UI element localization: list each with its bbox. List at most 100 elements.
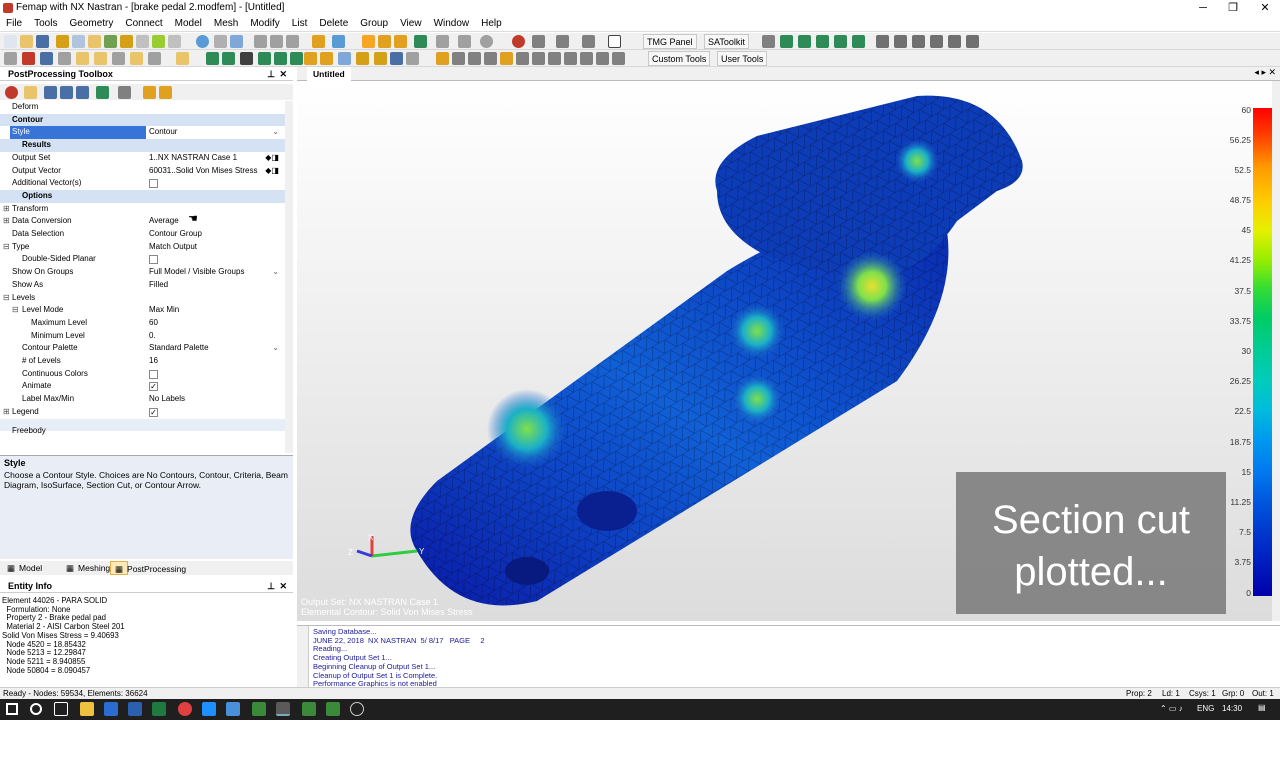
- menu-connect[interactable]: Connect: [119, 16, 168, 32]
- menu-modify[interactable]: Modify: [244, 16, 285, 32]
- collapse-icon[interactable]: ⊟: [3, 292, 10, 305]
- tool-icon[interactable]: [5, 86, 18, 99]
- row-double-sided[interactable]: Double-Sided Planar: [0, 253, 285, 266]
- tool-icon[interactable]: [356, 52, 369, 65]
- tool-icon[interactable]: [912, 35, 925, 48]
- menu-mesh[interactable]: Mesh: [208, 16, 244, 32]
- task-view-icon[interactable]: [54, 702, 68, 716]
- tool-icon[interactable]: [130, 52, 143, 65]
- legend-checkbox[interactable]: ✓: [149, 407, 158, 417]
- row-additional-vectors[interactable]: Additional Vector(s): [0, 177, 285, 190]
- excel-icon[interactable]: [152, 702, 166, 716]
- tool-icon[interactable]: [612, 52, 625, 65]
- tool-icon[interactable]: [948, 35, 961, 48]
- windows-start-icon[interactable]: [6, 703, 18, 715]
- file-explorer-icon[interactable]: [80, 702, 94, 716]
- tool-icon[interactable]: [798, 35, 811, 48]
- collapse-icon[interactable]: ⊟: [12, 304, 19, 317]
- tool-icon[interactable]: [274, 52, 287, 65]
- close-panel-icon[interactable]: ✕: [279, 67, 287, 81]
- tool-icon[interactable]: [580, 52, 593, 65]
- print-icon[interactable]: [168, 35, 181, 48]
- tool-icon[interactable]: [258, 52, 271, 65]
- tool-icon[interactable]: [532, 35, 545, 48]
- tool-icon[interactable]: [320, 52, 333, 65]
- tray-icons[interactable]: ⌃ ▭ ♪: [1160, 704, 1183, 713]
- arrow-select-icon[interactable]: ◆◨: [265, 165, 279, 178]
- tool-icon[interactable]: [834, 35, 847, 48]
- minimize-button[interactable]: ─: [1188, 0, 1218, 16]
- view-nav-icon[interactable]: ◂ ▸ ✕: [1254, 67, 1276, 78]
- row-level-mode[interactable]: ⊟ Level Mode Max Min: [0, 304, 285, 317]
- window-icon[interactable]: [608, 35, 621, 48]
- row-show-as[interactable]: Show As Filled: [0, 279, 285, 292]
- tool-icon[interactable]: [96, 86, 109, 99]
- zoom-icon[interactable]: [230, 35, 243, 48]
- close-button[interactable]: ✕: [1250, 0, 1280, 16]
- menu-geometry[interactable]: Geometry: [63, 16, 119, 32]
- tool-icon[interactable]: [58, 52, 71, 65]
- row-continuous-colors[interactable]: Continuous Colors: [0, 368, 285, 381]
- restore-button[interactable]: ❐: [1218, 0, 1248, 16]
- tool-icon[interactable]: [930, 35, 943, 48]
- tool-icon[interactable]: [556, 35, 569, 48]
- view-scrollbar[interactable]: [1272, 81, 1280, 621]
- arrow-select-icon[interactable]: ◆◨: [265, 152, 279, 165]
- tool-icon[interactable]: [118, 86, 131, 99]
- tool-icon[interactable]: [206, 52, 219, 65]
- tab-postprocessing[interactable]: ▦ PostProcessing: [110, 561, 186, 575]
- tool-icon[interactable]: [88, 35, 101, 48]
- chevron-down-icon[interactable]: ⌄: [272, 126, 279, 139]
- tool-icon[interactable]: [270, 35, 283, 48]
- copy-icon[interactable]: [56, 35, 69, 48]
- row-levels[interactable]: ⊟ Levels: [0, 292, 285, 305]
- language-indicator[interactable]: ENG: [1197, 704, 1214, 713]
- menu-model[interactable]: Model: [169, 16, 208, 32]
- animate-icon[interactable]: [143, 86, 156, 99]
- tool-icon[interactable]: [312, 35, 325, 48]
- tool-icon[interactable]: [152, 35, 165, 48]
- row-animate[interactable]: Animate ✓: [0, 380, 285, 393]
- app-icon[interactable]: [350, 702, 364, 716]
- row-legend[interactable]: ⊞ Legend ✓: [0, 406, 285, 419]
- menu-file[interactable]: File: [0, 16, 28, 32]
- tool-icon[interactable]: [966, 35, 979, 48]
- continuous-colors-checkbox[interactable]: [149, 369, 158, 379]
- tool-icon[interactable]: [40, 52, 53, 65]
- tool-icon[interactable]: [76, 86, 89, 99]
- tool-icon[interactable]: [76, 52, 89, 65]
- chrome-icon[interactable]: [178, 702, 192, 716]
- open-file-icon[interactable]: [20, 35, 33, 48]
- word-icon[interactable]: [128, 702, 142, 716]
- new-file-icon[interactable]: [4, 35, 17, 48]
- undo-icon[interactable]: [582, 35, 595, 48]
- tool-icon[interactable]: [876, 35, 889, 48]
- row-output-vector[interactable]: Output Vector 60031..Solid Von Mises Stre…: [0, 165, 285, 178]
- tool-icon[interactable]: [176, 52, 189, 65]
- menu-delete[interactable]: Delete: [313, 16, 354, 32]
- tool-icon[interactable]: [406, 52, 419, 65]
- tool-icon[interactable]: [22, 52, 35, 65]
- clock[interactable]: 14:30: [1222, 704, 1242, 713]
- custom-tools-button[interactable]: Custom Tools: [648, 51, 711, 66]
- app-icon[interactable]: [226, 702, 240, 716]
- row-num-levels[interactable]: # of Levels 16: [0, 355, 285, 368]
- notifications-icon[interactable]: ▤: [1258, 703, 1266, 712]
- pin-icon[interactable]: ⊥: [267, 67, 275, 81]
- double-sided-checkbox[interactable]: [149, 255, 158, 265]
- menu-window[interactable]: Window: [428, 16, 476, 32]
- text-icon[interactable]: [304, 52, 317, 65]
- skype-icon[interactable]: [202, 702, 216, 716]
- select-icon[interactable]: [214, 35, 227, 48]
- tool-icon[interactable]: [374, 52, 387, 65]
- user-tools-button[interactable]: User Tools: [717, 51, 768, 66]
- tool-icon[interactable]: [240, 52, 253, 65]
- tool-icon[interactable]: [390, 52, 403, 65]
- tab-meshing[interactable]: ▦ Meshing: [62, 561, 110, 575]
- tool-icon[interactable]: [332, 35, 345, 48]
- tool-icon[interactable]: [894, 35, 907, 48]
- outlook-icon[interactable]: [104, 702, 118, 716]
- row-output-set[interactable]: Output Set 1..NX NASTRAN Case 1 ◆◨: [0, 152, 285, 165]
- tool-icon[interactable]: [4, 52, 17, 65]
- section-contour[interactable]: Contour: [0, 113, 285, 127]
